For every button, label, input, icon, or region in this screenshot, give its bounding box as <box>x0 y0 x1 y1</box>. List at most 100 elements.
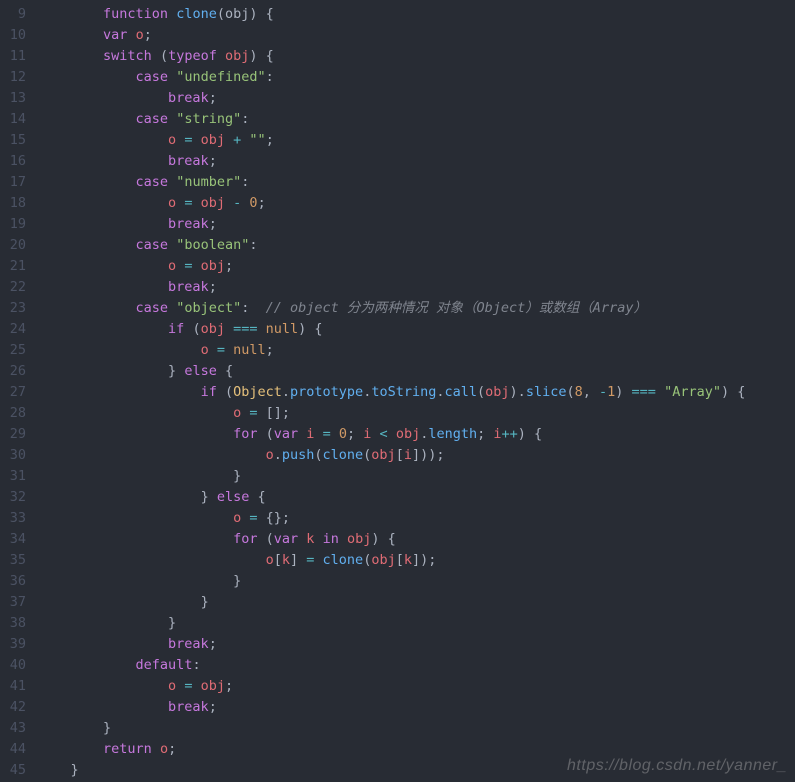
code-line: } <box>38 466 795 487</box>
token-prop: prototype <box>290 384 363 400</box>
token-punc: ; <box>209 279 217 295</box>
token-punc: } <box>201 594 209 610</box>
code-line: break; <box>38 151 795 172</box>
token-str: "Array" <box>664 384 721 400</box>
token-var: obj <box>396 426 420 442</box>
token-kw: in <box>323 531 339 547</box>
token-plain <box>656 384 664 400</box>
token-kw: break <box>168 636 209 652</box>
token-var: o <box>233 510 241 526</box>
token-punc: : <box>249 237 257 253</box>
token-op: === <box>632 384 656 400</box>
token-kw: if <box>168 321 184 337</box>
token-punc: } <box>168 615 176 631</box>
token-num: 0 <box>249 195 257 211</box>
token-var: obj <box>371 552 395 568</box>
token-punc: } <box>233 468 241 484</box>
line-number: 12 <box>0 67 26 88</box>
token-punc: ( <box>314 447 322 463</box>
token-punc: } <box>168 363 184 379</box>
token-var: k <box>404 552 412 568</box>
token-plain <box>225 132 233 148</box>
token-punc: ) { <box>298 321 322 337</box>
token-punc: ) { <box>249 6 273 22</box>
code-line: if (Object.prototype.toString.call(obj).… <box>38 382 795 403</box>
token-plain <box>217 384 225 400</box>
code-line: break; <box>38 88 795 109</box>
token-plain <box>339 531 347 547</box>
token-var: i <box>404 447 412 463</box>
code-line: case "boolean": <box>38 235 795 256</box>
line-number: 17 <box>0 172 26 193</box>
token-punc: ; <box>209 216 217 232</box>
token-plain <box>209 342 217 358</box>
token-kw: case <box>136 174 169 190</box>
token-punc: } <box>103 720 111 736</box>
token-plain <box>192 258 200 274</box>
line-number: 45 <box>0 760 26 781</box>
code-editor: 9101112131415161718192021222324252627282… <box>0 0 795 782</box>
line-number: 42 <box>0 697 26 718</box>
token-punc: . <box>282 384 290 400</box>
token-var: obj <box>201 132 225 148</box>
token-var: o <box>136 27 144 43</box>
line-number: 19 <box>0 214 26 235</box>
code-area: function clone(obj) { var o; switch (typ… <box>38 0 795 782</box>
line-number: 23 <box>0 298 26 319</box>
token-plain <box>192 195 200 211</box>
code-line: case "object": // object 分为两种情况 对象（Objec… <box>38 298 795 319</box>
token-op: === <box>233 321 257 337</box>
code-line: case "number": <box>38 172 795 193</box>
token-op: = <box>323 426 331 442</box>
token-kw: break <box>168 153 209 169</box>
token-punc: ] <box>290 552 306 568</box>
line-number: 26 <box>0 361 26 382</box>
token-punc: : <box>241 111 249 127</box>
token-kw: case <box>136 300 169 316</box>
token-plain <box>314 426 322 442</box>
line-number: 27 <box>0 382 26 403</box>
line-number: 14 <box>0 109 26 130</box>
token-kw: else <box>217 489 250 505</box>
token-punc: } <box>71 762 79 778</box>
token-var: obj <box>201 321 225 337</box>
code-line: } <box>38 571 795 592</box>
token-var: obj <box>347 531 371 547</box>
line-number: 41 <box>0 676 26 697</box>
token-kw: break <box>168 279 209 295</box>
token-num: null <box>266 321 299 337</box>
code-line: o = null; <box>38 340 795 361</box>
token-punc: ; <box>225 258 233 274</box>
token-kw: break <box>168 699 209 715</box>
token-punc: [ <box>396 552 404 568</box>
code-line: o = obj - 0; <box>38 193 795 214</box>
code-line: } <box>38 592 795 613</box>
line-number: 24 <box>0 319 26 340</box>
token-kw: for <box>233 531 257 547</box>
token-kw: function <box>103 6 168 22</box>
token-punc: ( <box>566 384 574 400</box>
token-punc: . <box>274 447 282 463</box>
code-line: case "string": <box>38 109 795 130</box>
token-plain <box>225 321 233 337</box>
token-plain <box>249 300 265 316</box>
token-kw: case <box>136 111 169 127</box>
token-fn: call <box>445 384 478 400</box>
token-kw: var <box>274 531 298 547</box>
token-punc: ; <box>225 678 233 694</box>
line-number: 43 <box>0 718 26 739</box>
watermark-text: https://blog.csdn.net/yanner_ <box>567 755 787 776</box>
token-punc: ( <box>160 48 168 64</box>
token-var: o <box>168 678 176 694</box>
code-line: } else { <box>38 487 795 508</box>
code-line: switch (typeof obj) { <box>38 46 795 67</box>
line-number: 40 <box>0 655 26 676</box>
token-kw: if <box>201 384 217 400</box>
token-op: - <box>599 384 607 400</box>
line-number: 34 <box>0 529 26 550</box>
token-punc: ; <box>266 132 274 148</box>
token-plain <box>127 27 135 43</box>
token-plain <box>152 741 160 757</box>
line-number: 37 <box>0 592 26 613</box>
token-plain <box>168 6 176 22</box>
